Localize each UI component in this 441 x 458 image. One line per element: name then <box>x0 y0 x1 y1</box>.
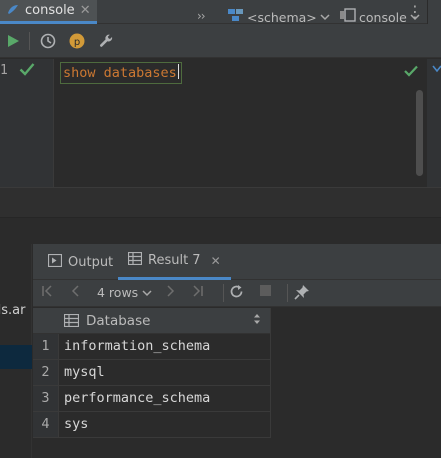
code-text: show databases <box>63 65 177 81</box>
chevron-down-icon <box>320 10 330 25</box>
editor-bottom-area <box>0 187 441 217</box>
services-item-label: ds.ar <box>0 303 26 318</box>
editor-scrollbar[interactable] <box>416 90 423 176</box>
sort-icon[interactable] <box>253 313 261 328</box>
stop-icon[interactable] <box>259 284 272 301</box>
more-actions-chevron[interactable]: ›› <box>197 9 206 23</box>
console-selector[interactable]: console <box>340 8 420 26</box>
services-tree-item[interactable]: ds.ar <box>0 303 32 323</box>
tab-label: console <box>25 3 75 18</box>
code-statement[interactable]: show databases <box>60 62 183 84</box>
check-icon <box>19 62 35 80</box>
table-cell[interactable]: performance_schema <box>64 386 210 411</box>
last-page-icon[interactable] <box>192 284 204 302</box>
row-number: 4 <box>33 412 59 437</box>
tab-output[interactable]: Output <box>47 244 114 280</box>
side-panel-edge <box>427 0 441 24</box>
run-icon[interactable] <box>4 32 22 50</box>
table-cell[interactable]: information_schema <box>64 334 210 359</box>
table-row[interactable]: 1 information_schema <box>33 334 270 360</box>
wrench-icon[interactable] <box>97 32 115 50</box>
first-page-icon[interactable] <box>41 284 53 302</box>
close-icon[interactable]: ✕ <box>211 254 221 268</box>
tab-console[interactable]: console ✕ <box>0 0 97 24</box>
column-table-icon <box>63 313 80 331</box>
console-session-icon <box>340 8 356 26</box>
row-number: 2 <box>33 360 59 385</box>
chevron-down-icon <box>142 285 152 300</box>
history-icon[interactable] <box>39 32 57 50</box>
inspection-ok-icon[interactable] <box>404 65 418 81</box>
schema-label: <schema> <box>247 9 317 25</box>
toolbar-divider <box>287 284 288 302</box>
column-header-label: Database <box>86 313 151 329</box>
pin-icon[interactable] <box>294 284 310 304</box>
console-label: console <box>359 9 407 25</box>
tab-label: Output <box>68 254 114 270</box>
text-caret <box>177 64 180 79</box>
console-tab-icon <box>6 2 20 20</box>
table-cell[interactable]: mysql <box>64 360 105 385</box>
editor-toolbar: p <box>0 24 441 58</box>
chevron-down-icon <box>410 10 420 25</box>
previous-page-icon[interactable] <box>70 284 80 302</box>
row-number: 1 <box>33 334 59 359</box>
line-number: 1 <box>0 63 8 78</box>
profile-glyph: p <box>74 37 80 48</box>
refresh-icon[interactable] <box>229 284 244 303</box>
chevron-down-icon[interactable] <box>432 65 441 76</box>
schema-icon <box>228 8 244 26</box>
next-page-icon[interactable] <box>166 284 176 302</box>
rows-count-label: 4 rows <box>97 285 139 300</box>
panel-splitter[interactable] <box>0 217 441 244</box>
toolbar-divider <box>223 284 224 302</box>
schema-selector[interactable]: <schema> <box>228 8 330 26</box>
table-row[interactable]: 3 performance_schema <box>33 386 270 412</box>
table-row[interactable]: 4 sys <box>33 412 270 438</box>
table-icon <box>127 251 143 269</box>
close-icon[interactable]: ✕ <box>80 3 91 18</box>
page-size-selector[interactable]: 4 rows <box>97 285 152 300</box>
grid-border <box>270 308 271 438</box>
side-panel-edge <box>427 59 441 187</box>
services-selected-item[interactable] <box>0 345 32 369</box>
toolbar-divider <box>29 32 30 50</box>
output-icon <box>47 253 63 271</box>
tab-label: Result 7 <box>148 253 201 268</box>
table-row[interactable]: 2 mysql <box>33 360 270 386</box>
table-cell[interactable]: sys <box>64 412 88 437</box>
profile-icon[interactable]: p <box>68 32 86 50</box>
tab-result[interactable]: Result 7 ✕ <box>118 244 231 280</box>
row-number: 3 <box>33 386 59 411</box>
